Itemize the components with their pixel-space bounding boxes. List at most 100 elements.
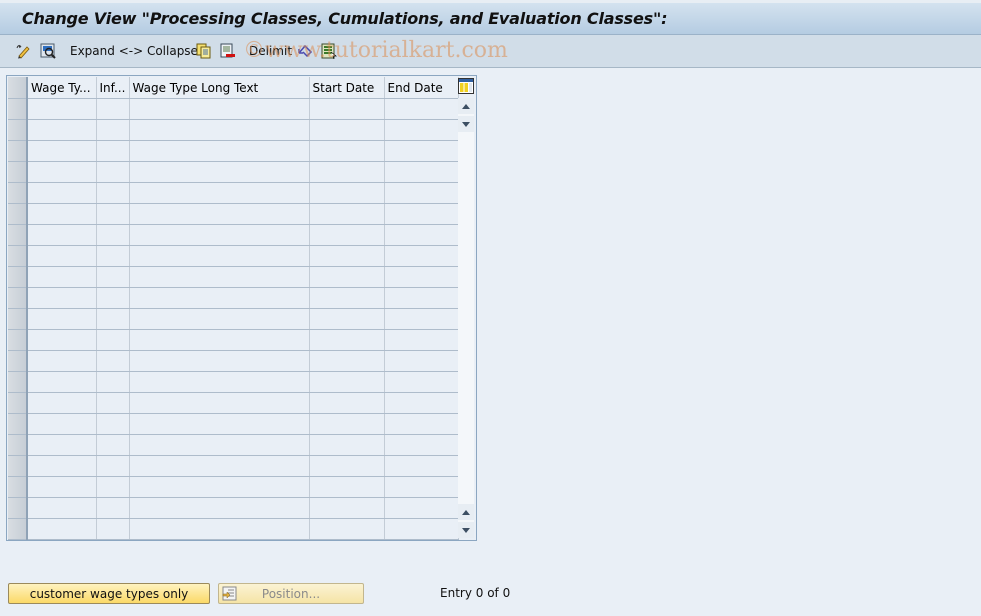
- cell-long-text[interactable]: [129, 308, 310, 330]
- cell-start-date[interactable]: [309, 308, 385, 330]
- cell-start-date[interactable]: [309, 224, 385, 246]
- cell-long-text[interactable]: [129, 434, 310, 456]
- cell-wage-type[interactable]: [27, 371, 97, 393]
- row-selector-button[interactable]: [8, 98, 28, 120]
- cell-start-date[interactable]: [309, 392, 385, 414]
- cell-wage-type[interactable]: [27, 518, 97, 540]
- cell-infotype[interactable]: [96, 413, 130, 435]
- cell-start-date[interactable]: [309, 98, 385, 120]
- cell-start-date[interactable]: [309, 329, 385, 351]
- cell-long-text[interactable]: [129, 392, 310, 414]
- copy-as-button[interactable]: [196, 42, 212, 60]
- cell-end-date[interactable]: [384, 182, 459, 204]
- page-down-button[interactable]: [458, 116, 474, 132]
- cell-wage-type[interactable]: [27, 140, 97, 162]
- cell-wage-type[interactable]: [27, 476, 97, 498]
- column-header-wage-type[interactable]: Wage Ty...: [27, 77, 97, 99]
- cell-start-date[interactable]: [309, 455, 385, 477]
- cell-long-text[interactable]: [129, 518, 310, 540]
- details-button[interactable]: [40, 42, 56, 60]
- cell-wage-type[interactable]: [27, 224, 97, 246]
- cell-end-date[interactable]: [384, 413, 459, 435]
- cell-start-date[interactable]: [309, 182, 385, 204]
- cell-end-date[interactable]: [384, 98, 459, 120]
- cell-end-date[interactable]: [384, 308, 459, 330]
- row-selector-button[interactable]: [8, 308, 28, 330]
- cell-end-date[interactable]: [384, 518, 459, 540]
- cell-long-text[interactable]: [129, 329, 310, 351]
- row-selector-button[interactable]: [8, 287, 28, 309]
- row-selector-button[interactable]: [8, 476, 28, 498]
- cell-wage-type[interactable]: [27, 119, 97, 141]
- cell-long-text[interactable]: [129, 413, 310, 435]
- cell-infotype[interactable]: [96, 140, 130, 162]
- cell-wage-type[interactable]: [27, 98, 97, 120]
- cell-long-text[interactable]: [129, 98, 310, 120]
- cell-wage-type[interactable]: [27, 497, 97, 519]
- cell-wage-type[interactable]: [27, 203, 97, 225]
- cell-start-date[interactable]: [309, 245, 385, 267]
- row-selector-button[interactable]: [8, 203, 28, 225]
- cell-long-text[interactable]: [129, 140, 310, 162]
- cell-infotype[interactable]: [96, 245, 130, 267]
- row-selector-button[interactable]: [8, 182, 28, 204]
- cell-wage-type[interactable]: [27, 287, 97, 309]
- scroll-down-button[interactable]: [458, 522, 474, 538]
- cell-end-date[interactable]: [384, 203, 459, 225]
- cell-infotype[interactable]: [96, 329, 130, 351]
- cell-start-date[interactable]: [309, 518, 385, 540]
- row-selector-button[interactable]: [8, 350, 28, 372]
- cell-wage-type[interactable]: [27, 245, 97, 267]
- row-selector-button[interactable]: [8, 329, 28, 351]
- cell-infotype[interactable]: [96, 476, 130, 498]
- row-selector-button[interactable]: [8, 266, 28, 288]
- row-selector-button[interactable]: [8, 161, 28, 183]
- cell-end-date[interactable]: [384, 392, 459, 414]
- cell-long-text[interactable]: [129, 371, 310, 393]
- display-change-button[interactable]: [16, 42, 32, 60]
- row-selector-button[interactable]: [8, 497, 28, 519]
- cell-start-date[interactable]: [309, 371, 385, 393]
- cell-long-text[interactable]: [129, 266, 310, 288]
- column-settings-button[interactable]: [458, 78, 474, 94]
- position-button[interactable]: Position...: [218, 583, 364, 604]
- cell-infotype[interactable]: [96, 518, 130, 540]
- cell-start-date[interactable]: [309, 119, 385, 141]
- cell-long-text[interactable]: [129, 203, 310, 225]
- expand-collapse-button[interactable]: Expand <-> Collapse: [70, 42, 198, 60]
- cell-start-date[interactable]: [309, 413, 385, 435]
- cell-infotype[interactable]: [96, 350, 130, 372]
- cell-start-date[interactable]: [309, 476, 385, 498]
- cell-infotype[interactable]: [96, 182, 130, 204]
- cell-end-date[interactable]: [384, 455, 459, 477]
- select-all-button[interactable]: [321, 42, 337, 60]
- cell-wage-type[interactable]: [27, 266, 97, 288]
- cell-long-text[interactable]: [129, 245, 310, 267]
- cell-end-date[interactable]: [384, 161, 459, 183]
- cell-long-text[interactable]: [129, 497, 310, 519]
- row-selector-button[interactable]: [8, 224, 28, 246]
- cell-wage-type[interactable]: [27, 350, 97, 372]
- vertical-scrollbar[interactable]: [458, 98, 474, 538]
- cell-end-date[interactable]: [384, 224, 459, 246]
- column-header-start-date[interactable]: Start Date: [309, 77, 385, 99]
- cell-infotype[interactable]: [96, 497, 130, 519]
- cell-start-date[interactable]: [309, 497, 385, 519]
- cell-end-date[interactable]: [384, 287, 459, 309]
- row-selector-button[interactable]: [8, 119, 28, 141]
- cell-end-date[interactable]: [384, 434, 459, 456]
- cell-start-date[interactable]: [309, 140, 385, 162]
- delete-button[interactable]: [220, 42, 236, 60]
- cell-infotype[interactable]: [96, 203, 130, 225]
- cell-infotype[interactable]: [96, 392, 130, 414]
- cell-infotype[interactable]: [96, 266, 130, 288]
- cell-infotype[interactable]: [96, 98, 130, 120]
- cell-start-date[interactable]: [309, 350, 385, 372]
- row-selector-button[interactable]: [8, 245, 28, 267]
- cell-wage-type[interactable]: [27, 413, 97, 435]
- cell-start-date[interactable]: [309, 161, 385, 183]
- cell-end-date[interactable]: [384, 140, 459, 162]
- undo-change-button[interactable]: [297, 42, 313, 60]
- cell-infotype[interactable]: [96, 119, 130, 141]
- cell-wage-type[interactable]: [27, 329, 97, 351]
